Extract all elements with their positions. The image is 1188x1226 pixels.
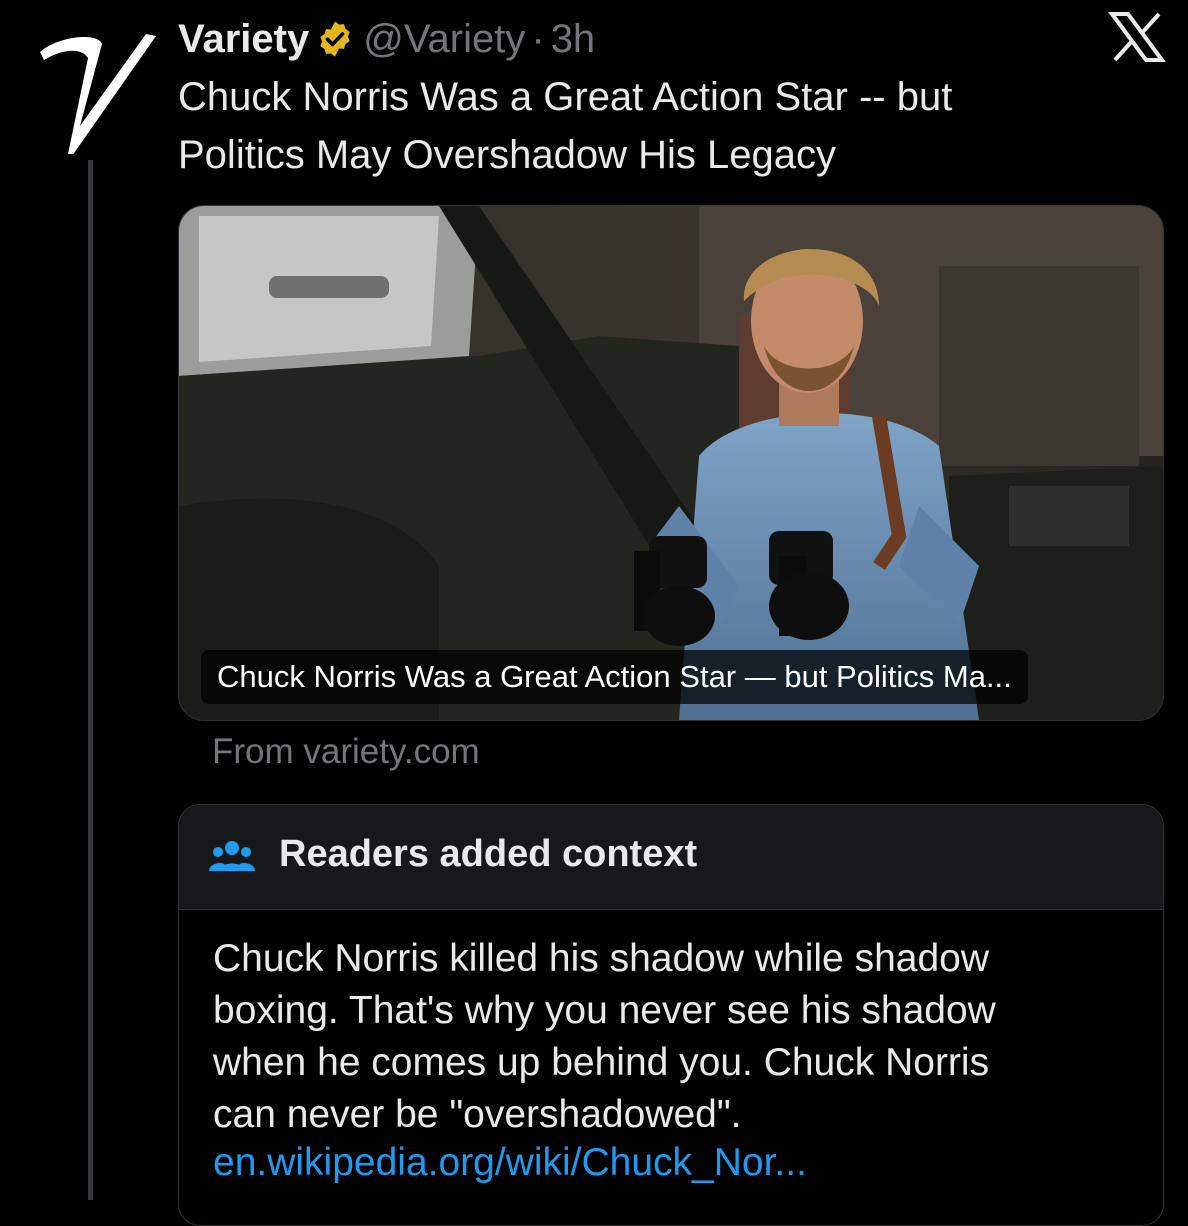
community-note-title: Readers added context	[279, 833, 698, 875]
community-note-link[interactable]: en.wikipedia.org/wiki/Chuck_Nor...	[213, 1141, 807, 1185]
link-card[interactable]: Chuck Norris Was a Great Action Star — b…	[178, 205, 1164, 721]
handle[interactable]: @Variety	[363, 17, 525, 62]
verified-badge-icon	[315, 19, 355, 59]
tweet-text-line: Chuck Norris Was a Great Action Star -- …	[178, 75, 953, 119]
tweet-text: Chuck Norris Was a Great Action Star -- …	[178, 68, 1098, 184]
community-note-body: Chuck Norris killed his shadow while sha…	[213, 933, 1133, 1141]
community-note-line: Chuck Norris killed his shadow while sha…	[213, 937, 990, 980]
tweet-text-line: Politics May Overshadow His Legacy	[178, 133, 837, 177]
variety-avatar[interactable]	[28, 14, 168, 156]
people-group-icon	[209, 837, 255, 877]
card-source[interactable]: From variety.com	[212, 732, 480, 772]
movie-still-image	[179, 206, 1163, 720]
community-note-line: boxing. That's why you never see his sha…	[213, 989, 996, 1032]
community-note-line: when he comes up behind you. Chuck Norri…	[213, 1041, 990, 1084]
tweet-header: Variety @Variety · 3h	[178, 14, 595, 64]
timestamp[interactable]: 3h	[551, 17, 596, 62]
x-logo-icon	[1108, 10, 1166, 64]
variety-v-logo-icon	[40, 34, 156, 156]
separator-dot: ·	[531, 16, 545, 61]
card-caption: Chuck Norris Was a Great Action Star — b…	[201, 650, 1028, 704]
community-note: Readers added context Chuck Norris kille…	[178, 804, 1164, 1226]
community-note-header: Readers added context	[179, 805, 1163, 910]
community-note-line: can never be "overshadowed".	[213, 1093, 742, 1136]
display-name[interactable]: Variety	[178, 17, 309, 62]
thread-line	[88, 160, 93, 1200]
